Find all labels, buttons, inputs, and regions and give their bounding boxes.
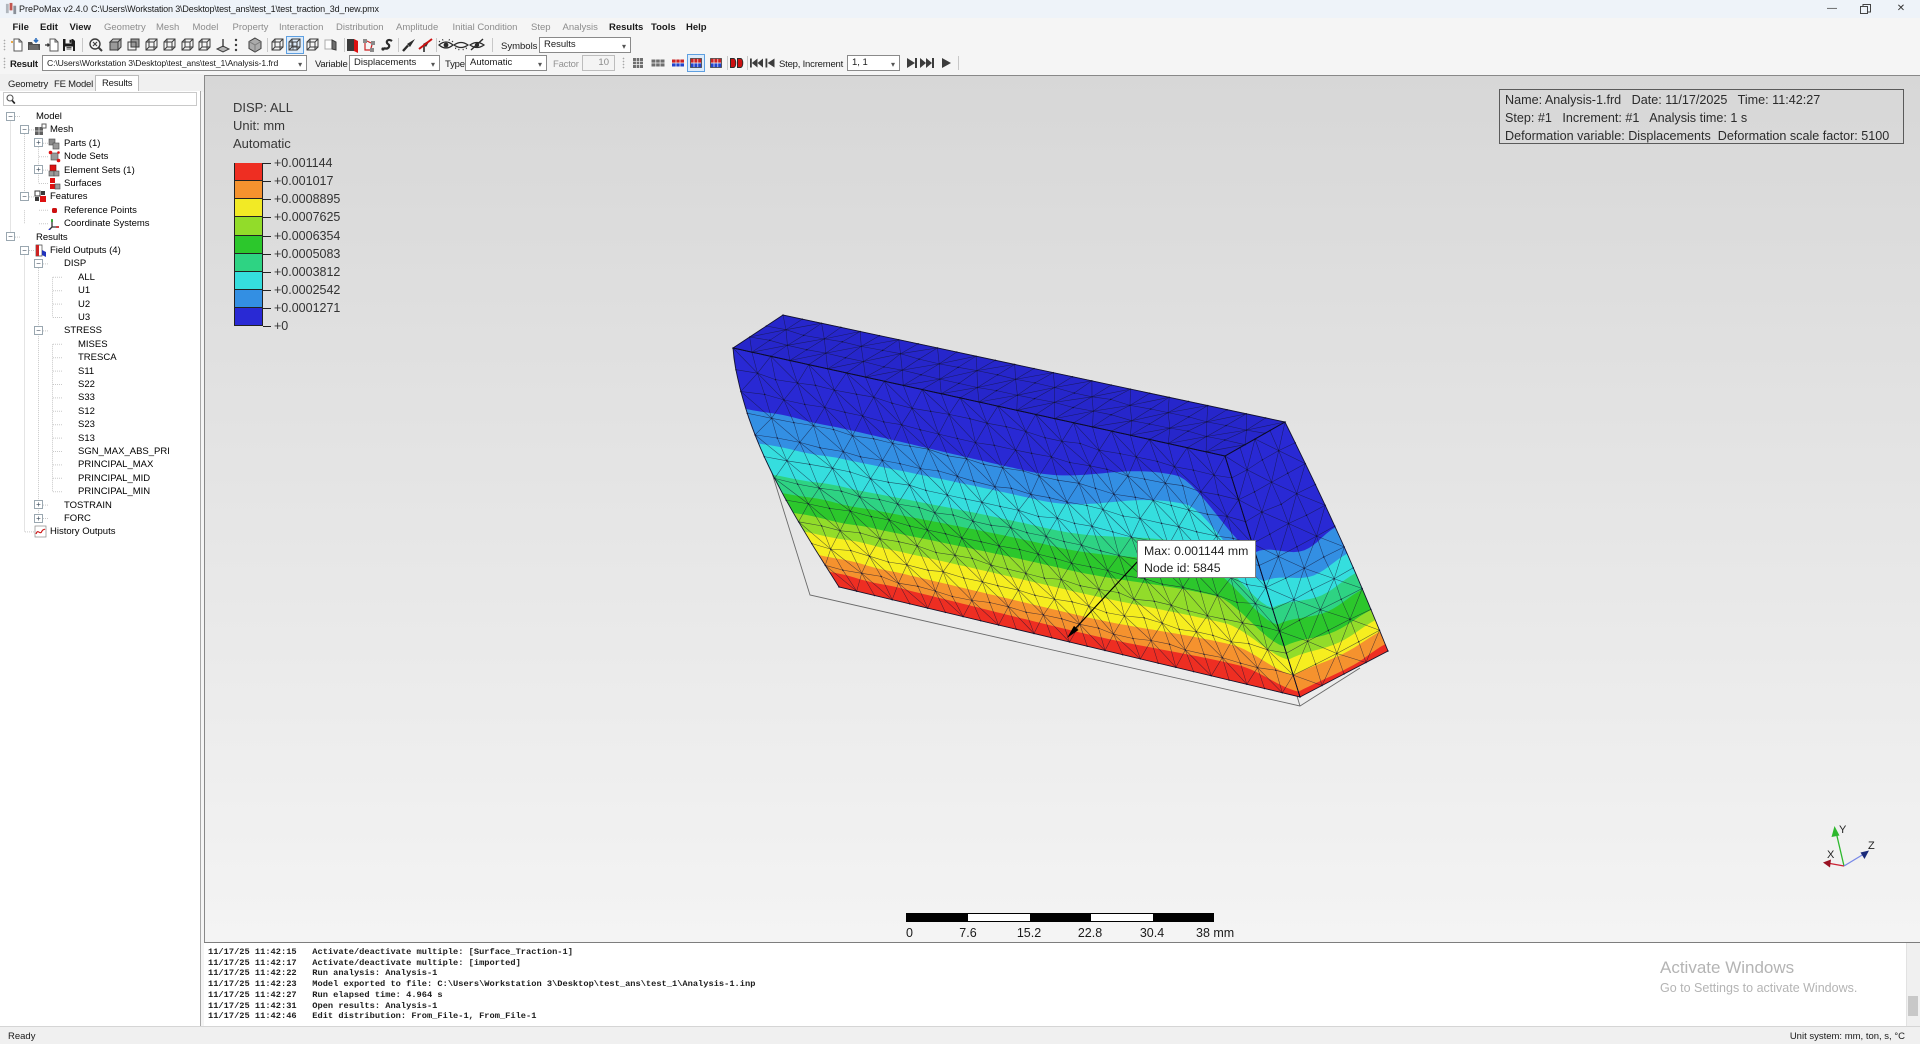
svg-text:X: X xyxy=(1827,849,1835,861)
svg-text:Y: Y xyxy=(1839,824,1847,836)
svg-text:Z: Z xyxy=(1868,840,1875,852)
